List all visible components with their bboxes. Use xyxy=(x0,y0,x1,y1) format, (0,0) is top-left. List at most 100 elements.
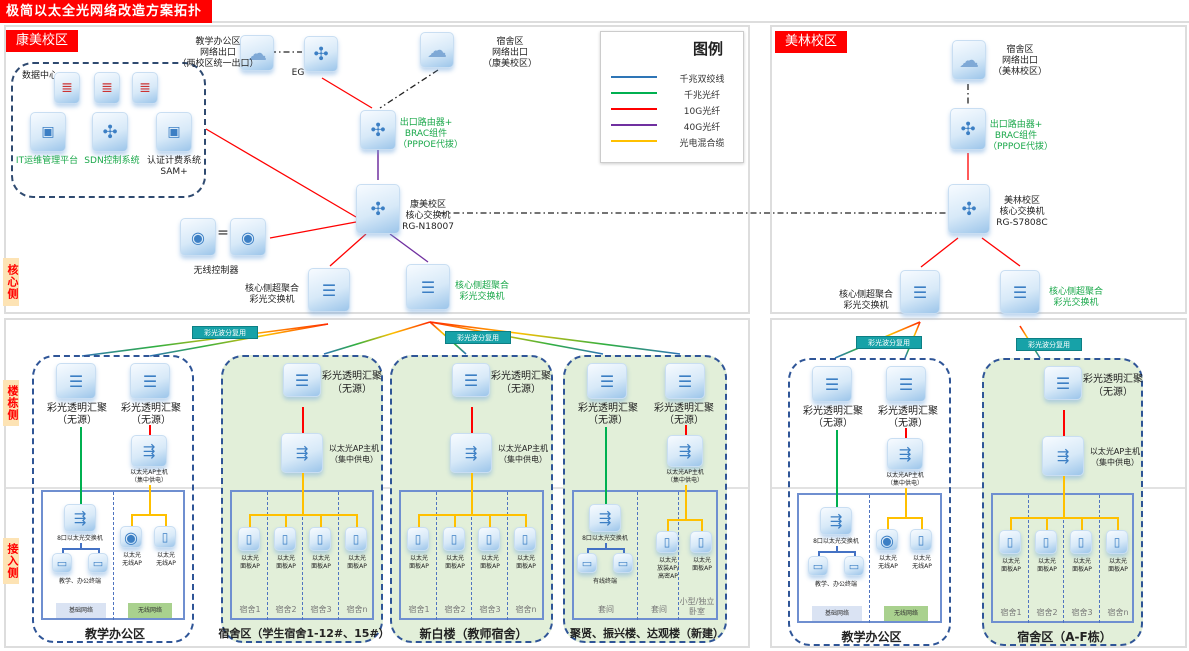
link-datacenter-core xyxy=(205,128,357,218)
room-label: 宿舍2 xyxy=(444,605,466,614)
transparent-agg-icon xyxy=(283,363,321,397)
ap-label: 以太光 xyxy=(516,555,535,562)
wireless-controller-label: 无线控制器 xyxy=(193,266,239,276)
room-label: 宿舍3 xyxy=(479,605,501,614)
ap-host-label: 以太光AP主机 xyxy=(1089,447,1141,456)
auth-billing-sublabel: SAM+ xyxy=(160,167,188,177)
ap-label: 面板AP xyxy=(445,563,465,570)
ap-host-icon xyxy=(281,433,323,473)
connection-line xyxy=(1081,517,1083,531)
sdn-controller-icon xyxy=(92,112,128,152)
agg-label: 彩光透明汇聚 xyxy=(578,403,638,414)
ap-label: 以太光 xyxy=(692,557,711,564)
ethernet-optical-switch-icon xyxy=(64,504,96,532)
panel-ap-icon xyxy=(407,527,429,551)
core-agg-label: 核心侧超聚合 xyxy=(454,281,509,291)
ml-exit-router-label: 出口路由器+ xyxy=(989,120,1043,130)
building-group-title: 教学办公区 xyxy=(841,630,902,644)
connection-line xyxy=(471,407,473,433)
ethernet-ap-icon xyxy=(690,531,712,553)
agg-sublabel: （无源） xyxy=(588,415,628,426)
connection-line xyxy=(836,430,838,508)
room-label: 宿舍3 xyxy=(1071,608,1093,617)
eg-label: EG xyxy=(291,68,305,78)
dorm-exit-label: （康美校区） xyxy=(482,59,537,69)
panel-ap-icon xyxy=(443,527,465,551)
connection-line xyxy=(302,407,304,433)
ethernet-ap-icon xyxy=(120,526,142,548)
ap-label: 面板AP xyxy=(1001,566,1021,573)
building-group-title: 新白楼（教师宿舍） xyxy=(419,627,528,641)
ap-label: 以太光 xyxy=(1108,558,1127,565)
room-label: 宿舍2 xyxy=(1036,608,1058,617)
wdm-label: 彩光波分复用 xyxy=(445,331,511,344)
ml-dorm-exit-label: 宿舍区 xyxy=(1006,45,1034,55)
connection-line xyxy=(587,548,624,550)
link-core-agg2 xyxy=(389,233,429,263)
connection-line xyxy=(1063,410,1065,436)
panel-ap-icon xyxy=(274,527,296,551)
terminal-icon xyxy=(52,553,72,573)
ap-host-label: 以太光AP主机 xyxy=(130,469,168,476)
ap-host-sublabel: （集中供电） xyxy=(330,455,378,464)
ap-host-icon xyxy=(887,438,923,470)
panel-ap-icon xyxy=(1035,530,1057,554)
room-label: 宿舍2 xyxy=(275,605,297,614)
agg-sublabel: （无源） xyxy=(332,384,372,395)
ap-label: 无线AP xyxy=(912,563,932,570)
it-ops-platform-icon xyxy=(30,112,66,152)
agg-label: 彩光透明汇聚 xyxy=(491,371,551,382)
basic-network-tag: 基础网络 xyxy=(812,606,862,621)
core-agg-switch-icon xyxy=(406,264,450,310)
ml-core-switch-icon xyxy=(948,184,990,234)
connection-line xyxy=(165,514,167,526)
room-label: 宿舍n xyxy=(515,605,537,614)
transparent-agg-icon xyxy=(452,363,490,397)
building-group-title: 聚贤、振兴楼、达观楼（新建） xyxy=(570,627,724,640)
panel-ap-icon xyxy=(514,527,536,551)
transparent-agg-icon xyxy=(665,363,705,399)
connection-line xyxy=(887,517,889,529)
core-agg-label: 核心侧超聚合 xyxy=(244,284,299,294)
connection-line xyxy=(149,425,151,435)
agg-sublabel: （无源） xyxy=(131,415,171,426)
ap-host-label: 以太光AP主机 xyxy=(666,469,704,476)
connection-line xyxy=(131,514,133,526)
ap-label: 以太光 xyxy=(347,555,366,562)
basic-network-tag: 基础网络 xyxy=(56,603,106,618)
terminal-icon xyxy=(808,556,828,576)
ap-host-icon xyxy=(450,433,492,473)
link-ml-core-agg1 xyxy=(920,237,959,268)
ap-label: 面板AP xyxy=(276,563,296,570)
connection-line xyxy=(1010,517,1012,531)
ethernet-ap-icon xyxy=(154,526,176,548)
exit-router-label: 出口路由器+ xyxy=(399,118,453,128)
ml-core-switch-model: RG-S7808C xyxy=(996,218,1048,228)
wireless-controller-icon xyxy=(230,218,266,256)
connection-line xyxy=(249,514,251,528)
agg-label: 彩光透明汇聚 xyxy=(322,371,382,382)
connection-line xyxy=(605,427,607,505)
terminals-label: 有线终端 xyxy=(592,578,617,585)
building-group: 彩光透明汇聚（无源）彩光透明汇聚（无源）以太光AP主机（集中供电）8口以太光交换… xyxy=(788,358,951,646)
room-label: 套间 xyxy=(651,605,667,614)
ap-label: 以太光 xyxy=(409,555,428,562)
terminal-icon xyxy=(88,553,108,573)
building-group-title: 教学办公区 xyxy=(84,627,145,641)
ethernet-ap-icon xyxy=(656,531,678,553)
exit-router-label: BRAC组件 xyxy=(404,129,448,139)
connection-line xyxy=(302,473,304,515)
wdm-label: 彩光波分复用 xyxy=(856,336,922,349)
connection-line xyxy=(921,517,923,529)
ap-host-label: 以太光AP主机 xyxy=(497,444,549,453)
ap-label: 无线AP xyxy=(156,560,176,567)
wireless-controller-icon xyxy=(180,218,216,256)
building-group: 彩光透明汇聚 （无源） 以太光AP主机 （集中供电） 以太光面板AP 宿舍1 以太光面板AP… xyxy=(218,355,390,643)
ap-label: 以太光 xyxy=(276,555,295,562)
ap-label: 以太光 xyxy=(156,552,175,559)
connection-line xyxy=(471,473,473,515)
ethernet-ap-icon xyxy=(910,529,932,551)
it-ops-platform-label: IT运维管理平台 xyxy=(15,156,79,166)
core-switch-label: 康美校区 xyxy=(409,200,446,210)
connection-line xyxy=(1117,517,1119,531)
